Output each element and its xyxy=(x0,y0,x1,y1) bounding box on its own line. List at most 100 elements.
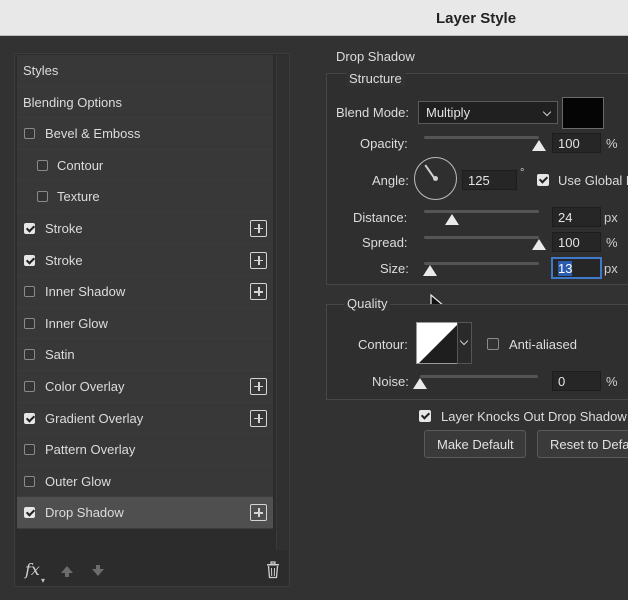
contour-preview[interactable] xyxy=(416,322,458,364)
style-checkbox[interactable] xyxy=(24,444,35,456)
style-checkbox[interactable] xyxy=(24,380,35,392)
blend-mode-label: Blend Mode: xyxy=(336,105,409,120)
style-item-color-overlay[interactable]: Color Overlay xyxy=(17,370,273,403)
noise-slider-track[interactable] xyxy=(420,375,538,378)
add-effect-icon[interactable] xyxy=(250,219,267,237)
drop-shadow-title: Drop Shadow xyxy=(336,49,415,64)
blend-mode-select[interactable]: Multiply xyxy=(418,101,558,124)
style-item-label: Gradient Overlay xyxy=(45,410,144,426)
style-item-label: Texture xyxy=(57,189,100,205)
style-item-satin[interactable]: Satin xyxy=(17,339,273,371)
add-effect-icon[interactable] xyxy=(250,283,267,301)
spread-slider-track[interactable] xyxy=(424,236,539,239)
size-input[interactable]: 13 xyxy=(552,258,601,278)
noise-slider-thumb[interactable] xyxy=(413,378,427,389)
noise-input[interactable]: 0 xyxy=(552,371,601,391)
styles-list: Styles Blending Options Bevel & Emboss Co… xyxy=(17,55,273,529)
chevron-down-icon xyxy=(542,107,552,117)
style-checkbox[interactable] xyxy=(37,191,48,203)
move-down-icon[interactable] xyxy=(90,563,106,579)
blending-options-item[interactable]: Blending Options xyxy=(17,86,273,119)
shadow-color-swatch[interactable] xyxy=(562,97,604,129)
move-up-icon[interactable] xyxy=(59,563,75,579)
anti-aliased-checkbox[interactable] xyxy=(487,338,499,350)
reset-to-default-button[interactable]: Reset to Defa xyxy=(537,430,628,458)
style-item-bevel-emboss[interactable]: Bevel & Emboss xyxy=(17,118,273,150)
noise-unit: % xyxy=(606,374,618,389)
size-label: Size: xyxy=(380,261,409,276)
size-slider-track[interactable] xyxy=(424,262,539,265)
distance-slider-track[interactable] xyxy=(424,210,539,213)
layer-knocks-out-checkbox[interactable] xyxy=(419,410,431,422)
quality-title: Quality xyxy=(344,296,391,311)
spread-unit: % xyxy=(606,235,618,250)
use-global-light-checkbox[interactable] xyxy=(537,174,549,186)
angle-input[interactable]: 125 xyxy=(462,170,517,190)
blend-mode-value: Multiply xyxy=(426,105,471,120)
style-item-label: Drop Shadow xyxy=(45,505,124,521)
style-item-label: Inner Shadow xyxy=(45,284,126,300)
degree-unit: ° xyxy=(520,167,525,179)
angle-dial[interactable] xyxy=(414,157,457,200)
angle-dial-needle xyxy=(424,164,436,180)
distance-slider-thumb[interactable] xyxy=(444,214,459,225)
style-checkbox[interactable] xyxy=(24,507,35,519)
opacity-slider-track[interactable] xyxy=(424,136,539,139)
add-effect-icon[interactable] xyxy=(250,409,267,427)
style-checkbox[interactable] xyxy=(24,254,35,266)
styles-list-scrollbar[interactable] xyxy=(276,55,288,550)
styles-header-item[interactable]: Styles xyxy=(17,55,273,87)
make-default-button[interactable]: Make Default xyxy=(424,430,526,458)
style-item-gradient-overlay[interactable]: Gradient Overlay xyxy=(17,402,273,435)
style-item-label: Inner Glow xyxy=(45,315,108,331)
style-item-outer-glow[interactable]: Outer Glow xyxy=(17,465,273,498)
style-item-contour[interactable]: Contour xyxy=(17,149,273,182)
spread-label: Spread: xyxy=(362,235,408,250)
spread-slider-thumb[interactable] xyxy=(532,239,546,250)
size-slider-thumb[interactable] xyxy=(422,265,437,276)
distance-unit: px xyxy=(604,210,618,225)
style-item-label: Stroke xyxy=(45,252,83,268)
contour-dropdown[interactable] xyxy=(457,322,472,364)
style-item-label: Color Overlay xyxy=(45,378,125,394)
style-checkbox[interactable] xyxy=(24,349,35,361)
add-effect-icon[interactable] xyxy=(250,251,267,269)
style-item-label: Bevel & Emboss xyxy=(45,126,141,142)
structure-title: Structure xyxy=(346,71,405,86)
style-item-stroke[interactable]: Stroke xyxy=(17,212,273,245)
style-checkbox[interactable] xyxy=(37,159,48,171)
chevron-down-icon xyxy=(459,336,469,346)
opacity-slider-thumb[interactable] xyxy=(532,140,546,151)
style-item-texture[interactable]: Texture xyxy=(17,181,273,213)
opacity-input[interactable]: 100 xyxy=(552,133,601,153)
style-item-inner-shadow[interactable]: Inner Shadow xyxy=(17,276,273,308)
trash-icon[interactable] xyxy=(265,561,281,579)
distance-input[interactable]: 24 xyxy=(552,207,601,227)
use-global-light-label: Use Global L xyxy=(558,173,628,188)
fx-button[interactable]: fx xyxy=(25,560,40,579)
style-item-pattern-overlay[interactable]: Pattern Overlay xyxy=(17,434,273,466)
style-item-drop-shadow[interactable]: Drop Shadow xyxy=(17,497,273,529)
styles-list-panel: Styles Blending Options Bevel & Emboss Co… xyxy=(14,53,290,587)
style-item-stroke[interactable]: Stroke xyxy=(17,244,273,277)
style-checkbox[interactable] xyxy=(24,222,35,234)
add-effect-icon[interactable] xyxy=(250,377,267,395)
distance-label: Distance: xyxy=(353,210,408,225)
style-item-label: Outer Glow xyxy=(45,473,111,489)
styles-header-label: Styles xyxy=(23,63,59,78)
style-checkbox[interactable] xyxy=(24,286,35,298)
style-item-label: Contour xyxy=(57,157,104,173)
style-item-inner-glow[interactable]: Inner Glow xyxy=(17,307,273,340)
fx-caret-icon: ▾ xyxy=(41,576,46,585)
opacity-unit: % xyxy=(606,136,618,151)
style-checkbox[interactable] xyxy=(24,475,35,487)
noise-label: Noise: xyxy=(372,374,409,389)
style-checkbox[interactable] xyxy=(24,412,35,424)
spread-input[interactable]: 100 xyxy=(552,232,601,252)
style-checkbox[interactable] xyxy=(24,128,35,140)
anti-aliased-label: Anti-aliased xyxy=(509,337,577,352)
size-input-value: 13 xyxy=(558,261,573,276)
add-effect-icon[interactable] xyxy=(250,504,267,522)
style-checkbox[interactable] xyxy=(24,317,35,329)
window-title: Layer Style xyxy=(436,10,517,27)
